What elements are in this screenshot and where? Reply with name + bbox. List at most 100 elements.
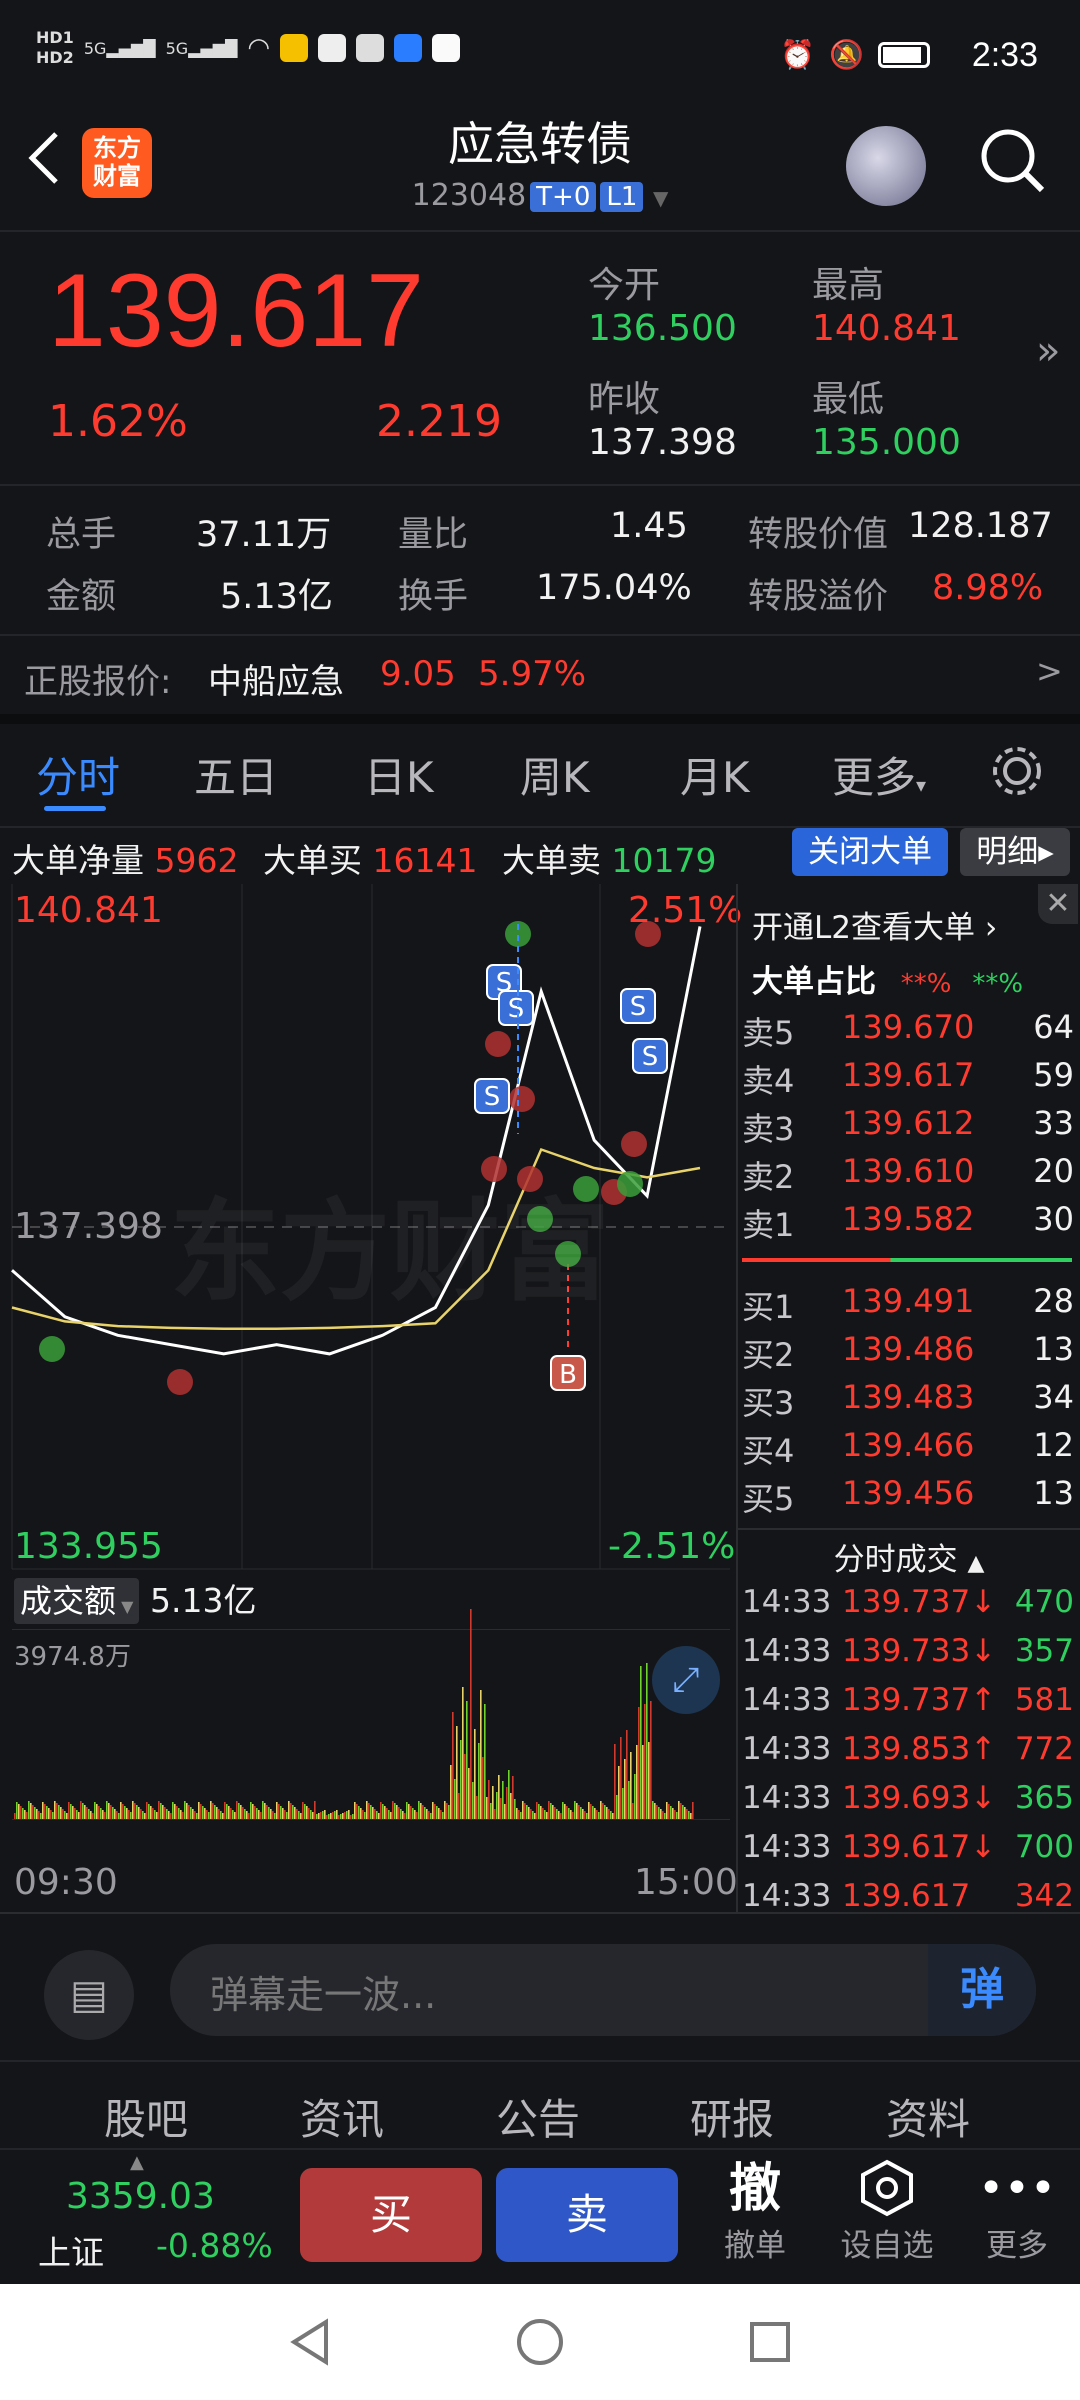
volume-bar [626,1730,628,1819]
nav-back-icon[interactable] [282,2312,342,2372]
ask-row[interactable]: 卖4 139.617 59 [738,1056,1080,1104]
tab-forum[interactable]: 股吧 [104,2086,188,2147]
detail-button[interactable]: 明细▸ [960,828,1070,876]
volume-bar [366,1801,368,1819]
cancel-order-button[interactable]: 撤 撤单 [710,2158,800,2278]
volume-bar [352,1814,354,1819]
nav-recents-icon[interactable] [740,2312,800,2372]
tab-research[interactable]: 研报 [690,2086,774,2147]
volume-bar [448,1805,450,1819]
l2-link[interactable]: 开通L2查看大单 › [752,902,997,947]
volume-bar [40,1813,42,1819]
volume-bar [614,1744,616,1819]
tab-profile[interactable]: 资料 [886,2086,970,2147]
tab-day-k[interactable]: 日K [364,744,434,805]
more-button[interactable]: ••• 更多 [972,2158,1062,2278]
volume-bar [550,1803,552,1819]
volume-bar [578,1805,580,1819]
trade-price: 139.733↓ [842,1633,997,1669]
danmaku-input[interactable]: 弹幕走一波... 弹 [170,1944,1036,2036]
trades-header[interactable]: 分时成交 ▲ [738,1534,1080,1579]
robot-avatar-icon[interactable] [846,126,926,206]
underlying-stock-row[interactable]: 正股报价: 中船应急 9.05 5.97% > [0,636,1080,714]
sell-button[interactable]: 卖 [496,2168,678,2262]
ask-row[interactable]: 卖1 139.582 30 [738,1200,1080,1248]
volume-bar [210,1801,212,1819]
volume-bar [538,1804,540,1819]
tab-month-k[interactable]: 月K [680,744,750,805]
index-widget[interactable]: ▲ 3359.03 上证 -0.88% [0,2150,290,2280]
add-watchlist-button[interactable]: 设自选 [832,2158,942,2278]
close-icon[interactable]: ✕ [1038,884,1078,924]
danmaku-send-button[interactable]: 弹 [928,1944,1036,2036]
bid-row[interactable]: 买4 139.466 12 [738,1426,1080,1474]
level-volume: 12 [1033,1426,1074,1464]
volume-bar [360,1808,362,1819]
volume-bar [636,1745,638,1819]
volume-bar [168,1811,170,1819]
trade-volume: 365 [1014,1780,1074,1816]
volume-bar [486,1797,488,1819]
volume-bar [502,1781,504,1819]
volume-bar [154,1810,156,1819]
volume-bar [574,1801,576,1819]
chart-bottom-price: 133.955 [14,1526,163,1567]
close-big-order-button[interactable]: 关闭大单 [792,828,948,876]
ask-row[interactable]: 卖3 139.612 33 [738,1104,1080,1152]
tab-news[interactable]: 资讯 [300,2086,384,2147]
level-volume: 13 [1033,1330,1074,1368]
volume-bar [278,1804,280,1819]
volume-bar [50,1810,52,1819]
tab-five-day[interactable]: 五日 [194,744,278,805]
volume-bar [676,1812,678,1819]
tab-announcements[interactable]: 公告 [496,2086,580,2147]
settings-gear-icon[interactable] [990,744,1044,798]
volume-bar [156,1812,158,1819]
nav-home-icon[interactable] [510,2312,570,2372]
tab-intraday[interactable]: 分时 [36,744,120,805]
volume-selector[interactable]: 成交额 ▼ [14,1578,140,1624]
bid-row[interactable]: 买5 139.456 13 [738,1474,1080,1522]
chart-watermark: 东方财富 [170,1188,610,1316]
search-icon[interactable] [978,126,1048,196]
level-volume: 13 [1033,1474,1074,1512]
open-value: 136.500 [588,308,737,349]
volume-bar [242,1807,244,1819]
expand-arrow-icon[interactable]: » [1036,328,1060,374]
fullscreen-icon[interactable]: ⤢ [652,1646,720,1714]
l1-tag: L1 [600,182,644,212]
volume-bar [654,1803,656,1819]
tab-week-k[interactable]: 周K [520,744,590,805]
volume-bar [230,1808,232,1819]
volume-bar [378,1813,380,1819]
volume-bar [142,1811,144,1819]
volume-bar [160,1803,162,1819]
trade-time: 14:33 [742,1682,832,1718]
sell-marker[interactable]: S [474,1078,510,1114]
volume-bar [466,1701,468,1819]
tab-more[interactable]: 更多▾ [832,744,926,805]
volume-bar [434,1804,436,1819]
intraday-chart[interactable]: SSSSSB 东方财富 140.841 2.51% 137.398 133.95… [0,884,742,1914]
bid-row[interactable]: 买3 139.483 34 [738,1378,1080,1426]
volume-bar [44,1804,46,1819]
ask-row[interactable]: 卖5 139.670 64 [738,1008,1080,1056]
volume-bar [234,1812,236,1819]
amount-value: 5.13亿 [220,577,333,617]
buy-marker[interactable]: B [550,1355,586,1391]
ask-row[interactable]: 卖2 139.610 20 [738,1152,1080,1200]
bid-row[interactable]: 买1 139.491 28 [738,1282,1080,1330]
volume-bar [390,1812,392,1819]
volume-bar [690,1813,692,1819]
volume-bar [80,1801,82,1819]
volume-bar [444,1801,446,1819]
app-icon [318,34,347,62]
sell-marker[interactable]: S [632,1038,668,1074]
level-label: 买5 [742,1480,795,1518]
sell-marker[interactable]: S [498,990,534,1026]
sell-marker[interactable]: S [620,988,656,1024]
bid-row[interactable]: 买2 139.486 13 [738,1330,1080,1378]
danmaku-toggle-icon[interactable]: ▤ [44,1950,134,2040]
volume-bar [310,1810,312,1819]
buy-button[interactable]: 买 [300,2168,482,2262]
